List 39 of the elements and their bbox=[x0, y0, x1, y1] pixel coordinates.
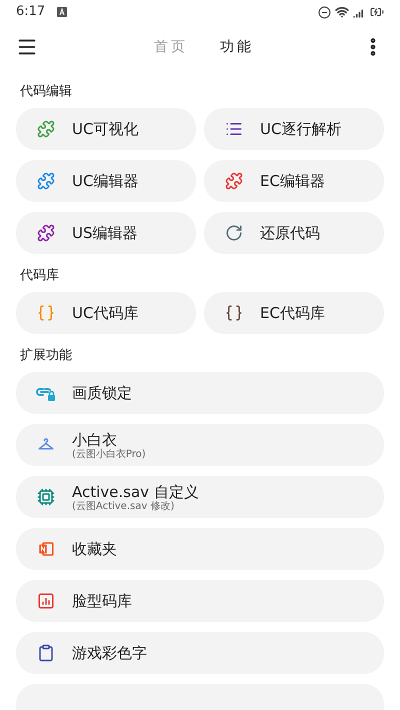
feature-label: EC编辑器 bbox=[260, 172, 325, 190]
feature-button[interactable]: 游戏彩色字 bbox=[16, 632, 384, 674]
feature-label: 小白衣 bbox=[72, 430, 118, 448]
feature-label: 画质锁定 bbox=[72, 384, 132, 402]
feature-button[interactable]: US编辑器 bbox=[16, 212, 196, 254]
feature-label: 还原代码 bbox=[260, 224, 320, 242]
feature-label: 脸型码库 bbox=[72, 592, 132, 610]
battery-icon bbox=[370, 5, 384, 19]
feature-label: UC可视化 bbox=[72, 120, 138, 138]
feature-button[interactable]: UC可视化 bbox=[16, 108, 196, 150]
section-title: 代码库 bbox=[19, 267, 60, 285]
tab[interactable]: 功能 bbox=[220, 36, 254, 58]
feature-button[interactable]: 收藏夹 bbox=[16, 528, 384, 570]
wifi-icon bbox=[335, 5, 349, 19]
feature-button[interactable]: 脸型码库 bbox=[16, 580, 384, 622]
feature-label: UC逐行解析 bbox=[260, 120, 342, 138]
feature-button[interactable]: EC代码库 bbox=[204, 292, 384, 334]
section-title: 代码编辑 bbox=[19, 83, 73, 101]
feature-label: UC编辑器 bbox=[72, 172, 138, 190]
feature-subtitle: (云图Active.sav 修改) bbox=[72, 500, 176, 512]
feature-button[interactable]: 还原代码 bbox=[204, 212, 384, 254]
feature-button[interactable]: 画质锁定 bbox=[16, 372, 384, 414]
feature-label: Active.sav 自定义 bbox=[72, 482, 199, 500]
section-title: 扩展功能 bbox=[19, 347, 73, 365]
feature-label: 游戏彩色字 bbox=[72, 644, 147, 662]
feature-button[interactable]: 小白衣 (云图小白衣Pro) bbox=[16, 424, 384, 466]
feature-button[interactable]: UC逐行解析 bbox=[204, 108, 384, 150]
feature-label: US编辑器 bbox=[72, 224, 138, 242]
feature-label: 收藏夹 bbox=[72, 540, 117, 558]
feature-label: UC代码库 bbox=[72, 304, 138, 322]
status-time: 6:17 bbox=[16, 3, 46, 22]
feature-button[interactable]: Active.sav 自定义 (云图Active.sav 修改) bbox=[16, 476, 384, 518]
do-not-disturb-icon bbox=[318, 6, 331, 18]
feature-subtitle: (云图小白衣Pro) bbox=[72, 448, 146, 460]
feature-label: EC代码库 bbox=[260, 304, 325, 322]
feature-button[interactable]: UC编辑器 bbox=[16, 160, 196, 202]
notification-icon bbox=[57, 7, 68, 17]
feature-button[interactable]: EC编辑器 bbox=[204, 160, 384, 202]
feature-button[interactable]: UC代码库 bbox=[16, 292, 196, 334]
